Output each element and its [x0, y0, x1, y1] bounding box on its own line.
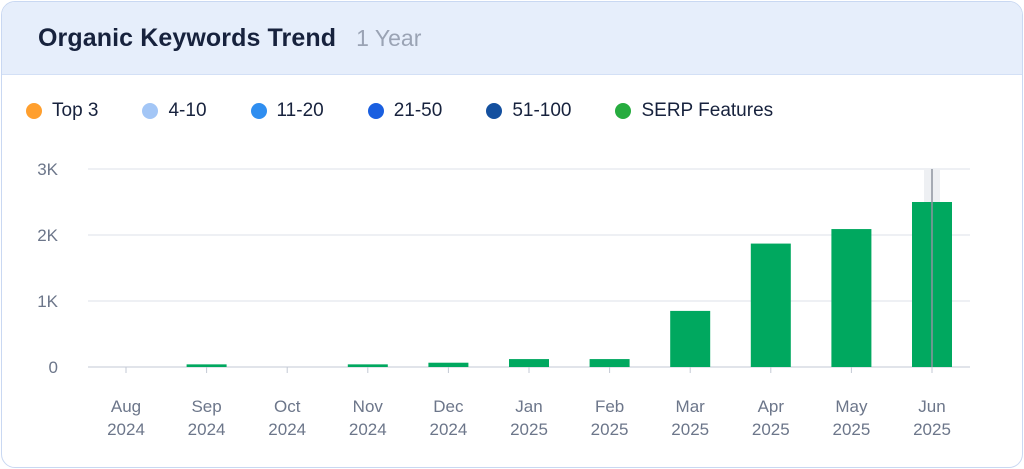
x-tick-label-year: 2024: [188, 420, 226, 439]
bar: [428, 362, 469, 367]
bar: [509, 359, 549, 367]
x-tick-label-month: Mar: [676, 397, 706, 416]
bar: [589, 359, 630, 367]
x-tick-label-month: Aug: [111, 397, 141, 416]
y-tick-label: 3K: [37, 160, 58, 179]
x-tick-label-year: 2024: [429, 420, 467, 439]
x-tick-label-year: 2025: [510, 420, 548, 439]
x-tick-label-year: 2025: [752, 420, 790, 439]
bar: [186, 364, 227, 367]
x-tick-label-month: Apr: [758, 397, 785, 416]
x-tick-label-year: 2025: [671, 420, 709, 439]
x-tick-label-month: Jun: [918, 397, 945, 416]
x-tick-label-month: Oct: [274, 397, 301, 416]
y-tick-label: 2K: [37, 226, 58, 245]
x-tick-label-month: May: [835, 397, 868, 416]
x-tick-label-year: 2025: [591, 420, 629, 439]
y-tick-label: 0: [49, 358, 58, 377]
x-tick-label-month: Jan: [515, 397, 542, 416]
x-tick-label-year: 2024: [107, 420, 145, 439]
x-tick-label-year: 2024: [268, 420, 306, 439]
y-tick-label: 1K: [37, 292, 58, 311]
x-tick-label-month: Feb: [595, 397, 624, 416]
bar: [831, 229, 872, 367]
x-tick-label-year: 2024: [349, 420, 387, 439]
x-tick-label-month: Sep: [191, 397, 221, 416]
bar: [347, 364, 388, 367]
x-tick-label-year: 2025: [913, 420, 951, 439]
x-tick-label-year: 2025: [832, 420, 870, 439]
bar: [750, 243, 791, 367]
x-tick-label-month: Nov: [353, 397, 384, 416]
bar-chart: 0 1K 2K 3K Aug 2024 Sep 2024 Oct 2024 Nov 2024 Dec 20…: [37, 160, 970, 439]
bar: [670, 310, 711, 367]
x-tick-label-month: Dec: [433, 397, 464, 416]
